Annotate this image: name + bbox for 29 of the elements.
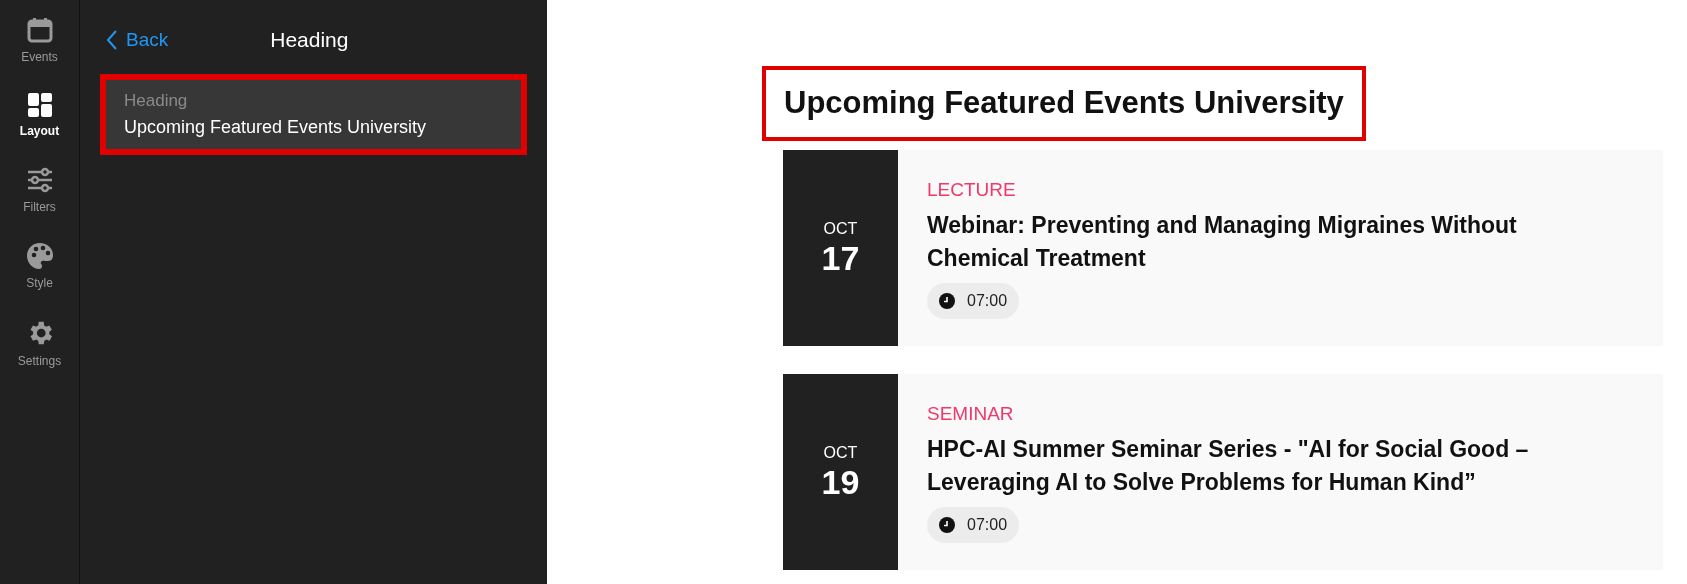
back-link[interactable]: Back bbox=[106, 25, 169, 55]
field-label: Heading bbox=[124, 90, 189, 112]
palette-icon bbox=[25, 242, 54, 270]
calendar-icon bbox=[25, 16, 54, 44]
event-card[interactable]: OCT 19 SEMINAR HPC-AI Summer Seminar Series - "AI for Social Good – Leveraging AI to Solve Problems for Human Kind” 07:00 bbox=[783, 373, 1663, 570]
panel-title: Heading bbox=[270, 27, 349, 54]
event-month: OCT bbox=[823, 220, 858, 237]
event-day: 19 bbox=[821, 464, 860, 499]
event-day: 17 bbox=[821, 240, 860, 275]
time-badge: 07:00 bbox=[927, 506, 1020, 543]
event-category: LECTURE bbox=[927, 178, 1017, 203]
sliders-icon bbox=[25, 166, 54, 194]
nav-item[interactable]: Layout bbox=[1, 88, 78, 144]
time-badge: 07:00 bbox=[927, 282, 1020, 319]
layout-icon bbox=[26, 92, 53, 118]
field-value: Upcoming Featured Events University bbox=[124, 115, 428, 139]
nav-item[interactable]: Filters bbox=[1, 162, 78, 220]
nav-item[interactable]: Settings bbox=[1, 314, 78, 374]
clock-icon bbox=[939, 292, 955, 309]
page-heading: Upcoming Featured Events University bbox=[762, 66, 1366, 141]
event-card[interactable]: OCT 17 LECTURE Webinar: Preventing and Managing Migraines Without Chemical Treatment 07:00 bbox=[783, 149, 1663, 346]
nav-item[interactable]: Events bbox=[1, 12, 78, 70]
event-category: SEMINAR bbox=[927, 402, 1015, 427]
nav-item[interactable]: Style bbox=[1, 238, 78, 296]
event-title: Webinar: Preventing and Managing Migraines Without Chemical Treatment bbox=[927, 210, 1518, 273]
event-month: OCT bbox=[823, 444, 858, 461]
chevron-left-icon bbox=[106, 30, 118, 50]
clock-icon bbox=[939, 516, 955, 533]
event-title: HPC-AI Summer Seminar Series - "AI for Social Good – Leveraging AI to Solve Problems for Human Kind” bbox=[927, 434, 1530, 497]
